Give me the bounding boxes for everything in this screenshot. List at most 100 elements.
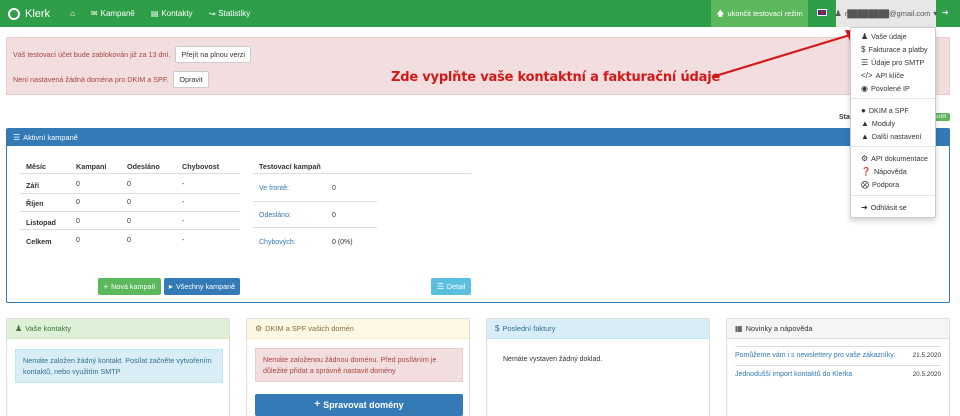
nav-item-contacts[interactable]: ▤ Kontakty (143, 0, 201, 27)
menu-item-your-details[interactable]: ♟ Vaše údaje (861, 32, 907, 41)
news-item-date: 21.5.2020 (912, 352, 941, 359)
trial-alert-text: Váš testovací účet bude zablokován již z… (13, 50, 171, 59)
news-item-title[interactable]: Jednodušší import kontaktů do Klerka (735, 371, 852, 378)
table-divider (20, 193, 240, 194)
gear-icon: ⚙ (861, 153, 869, 163)
active-campaigns-title: Aktivní kampaně (23, 133, 78, 142)
user-menu-toggle[interactable]: ♟ r████████@gmail.com ▾ (834, 0, 937, 27)
menu-item-label: API klíče (875, 71, 904, 80)
contacts-panel-title: Vaše kontakty (25, 324, 72, 333)
menu-item-support[interactable]: ⨂ Podpora (861, 180, 899, 189)
test-errors-label: Chybových: (259, 239, 296, 246)
menu-item-other-settings[interactable]: ▲ Další nastavení (861, 132, 921, 141)
klerk-logo-icon (8, 7, 20, 20)
table-divider (20, 211, 240, 212)
nav-item-campaigns[interactable]: ✉ Kampaně (83, 0, 143, 27)
no-contacts-info: Nemáte založen žádný kontakt. Posílat za… (15, 349, 223, 383)
list-icon: ☰ (436, 281, 444, 291)
table-cell: 0 (76, 237, 80, 244)
domain-alert: Není nastavená žádná doména pro DKIM a S… (13, 71, 209, 88)
no-invoices-text: Nemáte vystaven žádný doklad. (503, 356, 603, 363)
menu-item-api-keys[interactable]: </> API klíče (861, 71, 904, 80)
news-item[interactable]: Pomůžeme vám i s newslettery pro vaše zá… (735, 352, 941, 359)
menu-item-sign-out[interactable]: ➜ Odhlásit se (861, 203, 907, 212)
news-divider (735, 365, 941, 366)
menu-divider (851, 195, 935, 196)
menu-item-label: DKIM a SPF (868, 106, 909, 115)
plus-icon: + (314, 399, 321, 410)
all-campaigns-button[interactable]: ▸ Všechny kampaně (164, 278, 240, 295)
table-divider (253, 201, 377, 202)
detail-label: Detail (446, 282, 466, 291)
sign-out-icon: ➜ (861, 202, 868, 212)
brand[interactable]: Klerk (0, 0, 62, 27)
end-test-mode-label: ukončit testovací režim (727, 9, 803, 18)
dkim-panel: ⚙ DKIM a SPF vašich domén Nemáte založen… (246, 318, 470, 416)
menu-item-help[interactable]: ❓ Nápověda (861, 167, 907, 176)
news-item-title[interactable]: Pomůžeme vám i s newslettery pro vaše zá… (735, 352, 895, 359)
table-row-month: Říjen (26, 199, 44, 208)
table-divider (253, 227, 377, 228)
callout-arrow-icon (711, 30, 863, 79)
arrow-up-icon: 🡅 (716, 8, 725, 18)
menu-item-label: Odhlásit se (870, 203, 907, 212)
menu-item-label: API dokumentace (871, 154, 928, 163)
user-email: r████████@gmail.com (844, 9, 931, 18)
table-cell: 0 (76, 218, 80, 225)
manage-domains-button[interactable]: + Spravovat domény (255, 394, 463, 416)
user-icon: ♟ (834, 8, 842, 18)
menu-item-label: Fakturace a platby (868, 45, 928, 54)
table-cell: 0 (127, 237, 131, 244)
news-item[interactable]: Jednodušší import kontaktů do Klerka 20.… (735, 371, 941, 378)
contacts-panel: ♟ Vaše kontakty Nemáte založen žádný kon… (6, 318, 230, 416)
dkim-panel-header: ⚙ DKIM a SPF vašich domén (247, 319, 469, 339)
plus-icon: + (103, 281, 109, 291)
brand-name: Klerk (25, 7, 51, 20)
sign-out-icon[interactable]: ➜ (942, 8, 949, 17)
active-campaigns-header: ☰ Aktivní kampaně (7, 129, 949, 146)
nav-item-label: Kampaně (100, 9, 135, 18)
test-queue-label: Ve frontě: (259, 185, 289, 192)
globe-icon: ◉ (861, 83, 868, 93)
full-version-button[interactable]: Přejít na plnou verzi (175, 46, 251, 63)
menu-item-api-docs[interactable]: ⚙ API dokumentace (861, 154, 928, 163)
table-cell: - (182, 237, 185, 244)
column-header-sent: Odesláno (127, 162, 160, 171)
nav-item-label: Kontakty (161, 9, 193, 18)
table-cell: 0 (127, 218, 131, 225)
calendar-icon: ▦ (735, 323, 743, 333)
detail-button[interactable]: ☰ Detail (431, 278, 471, 295)
end-test-mode-button[interactable]: 🡅 ukončit testovací režim (711, 0, 808, 27)
table-cell: - (182, 218, 185, 225)
menu-item-smtp[interactable]: ☰ Údaje pro SMTP (861, 58, 924, 67)
table-cell: 0 (127, 181, 131, 188)
test-errors-value: 0 (0%) (332, 239, 353, 246)
nav-home[interactable]: ⌂ (62, 0, 83, 27)
menu-item-allowed-ip[interactable]: ◉ Povolené IP (861, 84, 910, 93)
nav-item-statistics[interactable]: ↝ Statistiky (201, 0, 259, 27)
fix-domain-button[interactable]: Opravit (173, 71, 209, 88)
invoices-panel-header: $ Poslední faktury (487, 319, 709, 339)
flask-icon: ▲ (861, 131, 869, 141)
invoices-panel: $ Poslední faktury Nemáte vystaven žádný… (486, 318, 710, 416)
active-campaigns-panel: ☰ Aktivní kampaně Měsíc Kampaní Odesláno… (6, 128, 950, 303)
stats-label: Sta (839, 114, 850, 121)
new-campaign-button[interactable]: + Nová kampaň (98, 278, 161, 295)
chevron-right-icon: ▸ (168, 281, 173, 291)
all-campaigns-label: Všechny kampaně (175, 282, 236, 291)
no-domains-warning: Nemáte založenou žádnou doménu. Před pos… (255, 348, 463, 382)
uk-flag-icon[interactable] (817, 9, 827, 16)
column-header-errors: Chybovost (182, 162, 220, 171)
menu-divider (851, 146, 935, 147)
test-queue-value: 0 (332, 185, 336, 192)
list-icon: ☰ (861, 57, 869, 67)
column-header-month: Měsíc (26, 162, 46, 171)
menu-divider (851, 98, 935, 99)
menu-item-modules[interactable]: ▲ Moduly (861, 119, 895, 128)
table-cell: 0 (76, 199, 80, 206)
contacts-panel-header: ♟ Vaše kontakty (7, 319, 229, 339)
menu-item-dkim[interactable]: ● DKIM a SPF (861, 106, 909, 115)
nav-item-label: Statistiky (218, 9, 251, 18)
test-sent-value: 0 (332, 212, 336, 219)
menu-item-billing[interactable]: $ Fakturace a platby (861, 45, 928, 54)
